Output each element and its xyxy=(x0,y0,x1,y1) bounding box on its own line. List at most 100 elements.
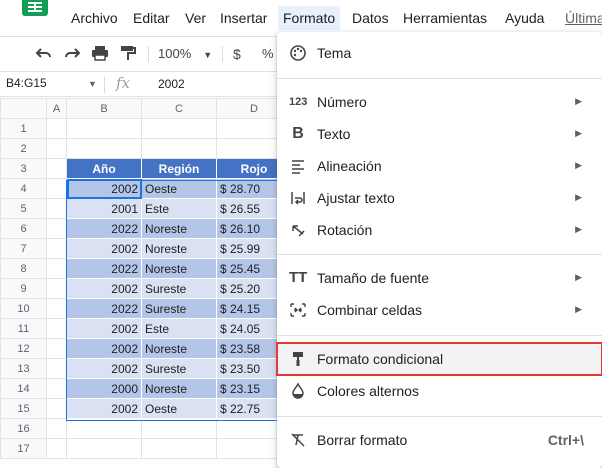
name-box[interactable]: B4:G15 xyxy=(6,76,47,90)
row-number[interactable]: 17 xyxy=(0,438,47,459)
cell-region[interactable]: Este xyxy=(141,318,217,339)
row-number[interactable]: 5 xyxy=(0,198,47,219)
paint-format-icon[interactable] xyxy=(118,43,138,63)
cell[interactable] xyxy=(46,378,67,399)
column-header[interactable]: B xyxy=(66,98,142,119)
row-number[interactable]: 14 xyxy=(0,378,47,399)
cell-year[interactable]: 2022 xyxy=(66,298,142,319)
zoom-select[interactable]: 100% ▼ xyxy=(158,44,212,64)
row-number[interactable]: 11 xyxy=(0,318,47,339)
row-number[interactable]: 9 xyxy=(0,278,47,299)
row-number[interactable]: 6 xyxy=(0,218,47,239)
cell-region[interactable]: Sureste xyxy=(141,358,217,379)
cell[interactable] xyxy=(46,178,67,199)
cell-region[interactable]: Noreste xyxy=(141,258,217,279)
menu-datos[interactable]: Datos xyxy=(352,6,389,30)
cell[interactable] xyxy=(46,418,67,439)
cell[interactable] xyxy=(66,138,142,159)
row-number[interactable]: 16 xyxy=(0,418,47,439)
grid-corner[interactable] xyxy=(0,98,47,119)
cell-region[interactable]: Este xyxy=(141,198,217,219)
table-header-cell[interactable]: Región xyxy=(141,158,217,179)
menu-herramientas[interactable]: Herramientas xyxy=(403,6,487,30)
row-number[interactable]: 10 xyxy=(0,298,47,319)
row-number[interactable]: 15 xyxy=(0,398,47,419)
cell[interactable] xyxy=(46,158,67,179)
cell[interactable] xyxy=(46,118,67,139)
cell[interactable] xyxy=(141,138,217,159)
currency-format-button[interactable]: $ xyxy=(233,44,241,64)
row-number[interactable]: 2 xyxy=(0,138,47,159)
row-number[interactable]: 13 xyxy=(0,358,47,379)
cell[interactable] xyxy=(46,358,67,379)
cell-year[interactable]: 2022 xyxy=(66,258,142,279)
table-header-cell[interactable]: Año xyxy=(66,158,142,179)
cell-year[interactable]: 2002 xyxy=(66,358,142,379)
menu-ayuda[interactable]: Ayuda xyxy=(505,6,544,30)
column-header[interactable]: C xyxy=(141,98,217,119)
cell-region[interactable]: Sureste xyxy=(141,278,217,299)
menu-insertar[interactable]: Insertar xyxy=(220,6,267,30)
cell[interactable] xyxy=(141,438,217,459)
sheets-logo-icon[interactable] xyxy=(22,0,48,16)
cell-year[interactable]: 2002 xyxy=(66,278,142,299)
cell-year[interactable]: 2002 xyxy=(66,318,142,339)
cell-year[interactable]: 2022 xyxy=(66,218,142,239)
cell[interactable] xyxy=(46,298,67,319)
cell-year[interactable]: 2001 xyxy=(66,198,142,219)
menu-item-alineacion[interactable]: Alineación ▶ xyxy=(277,150,602,182)
print-icon[interactable] xyxy=(90,43,110,63)
row-number[interactable]: 4 xyxy=(0,178,47,199)
cell[interactable] xyxy=(46,398,67,419)
cell[interactable] xyxy=(66,418,142,439)
cell[interactable] xyxy=(46,438,67,459)
cell-region[interactable]: Oeste xyxy=(141,398,217,419)
cell-region[interactable]: Noreste xyxy=(141,238,217,259)
cell[interactable] xyxy=(46,138,67,159)
column-header[interactable]: A xyxy=(46,98,67,119)
menu-item-borrar-formato[interactable]: Borrar formato Ctrl+\ xyxy=(277,424,602,456)
chevron-down-icon[interactable]: ▼ xyxy=(88,79,97,89)
menu-item-tamano-fuente[interactable]: TT Tamaño de fuente ▶ xyxy=(277,262,602,294)
cell-year[interactable]: 2000 xyxy=(66,378,142,399)
row-number[interactable]: 3 xyxy=(0,158,47,179)
menu-ver[interactable]: Ver xyxy=(185,6,206,30)
row-number[interactable]: 8 xyxy=(0,258,47,279)
menu-item-formato-condicional[interactable]: Formato condicional xyxy=(276,342,602,376)
cell-region[interactable]: Sureste xyxy=(141,298,217,319)
formula-input[interactable]: 2002 xyxy=(158,77,185,91)
cell[interactable] xyxy=(141,118,217,139)
undo-icon[interactable] xyxy=(34,43,54,63)
cell-year[interactable]: 2002 xyxy=(66,178,142,199)
percent-format-button[interactable]: % xyxy=(262,44,274,64)
cell[interactable] xyxy=(46,218,67,239)
menu-formato[interactable]: Formato xyxy=(278,6,341,30)
cell[interactable] xyxy=(141,418,217,439)
row-number[interactable]: 1 xyxy=(0,118,47,139)
cell-region[interactable]: Oeste xyxy=(141,178,217,199)
cell[interactable] xyxy=(46,238,67,259)
cell-year[interactable]: 2002 xyxy=(66,398,142,419)
menu-editar[interactable]: Editar xyxy=(133,6,170,30)
menu-item-numero[interactable]: 123 Número ▶ xyxy=(277,86,602,118)
cell[interactable] xyxy=(46,318,67,339)
cell-region[interactable]: Noreste xyxy=(141,218,217,239)
cell-region[interactable]: Noreste xyxy=(141,338,217,359)
row-number[interactable]: 12 xyxy=(0,338,47,359)
menu-item-colores-alternos[interactable]: Colores alternos xyxy=(277,375,602,407)
menu-archivo[interactable]: Archivo xyxy=(71,6,118,30)
cell[interactable] xyxy=(66,438,142,459)
cell-region[interactable]: Noreste xyxy=(141,378,217,399)
menu-item-texto[interactable]: B Texto ▶ xyxy=(277,118,602,150)
last-edit-link[interactable]: Última xyxy=(565,6,602,30)
menu-item-tema[interactable]: Tema xyxy=(277,37,602,69)
menu-item-rotacion[interactable]: Rotación ▶ xyxy=(277,214,602,246)
cell[interactable] xyxy=(46,198,67,219)
cell[interactable] xyxy=(66,118,142,139)
row-number[interactable]: 7 xyxy=(0,238,47,259)
menu-item-ajustar-texto[interactable]: Ajustar texto ▶ xyxy=(277,182,602,214)
cell[interactable] xyxy=(46,278,67,299)
cell[interactable] xyxy=(46,338,67,359)
cell-year[interactable]: 2002 xyxy=(66,238,142,259)
menu-item-combinar-celdas[interactable]: Combinar celdas ▶ xyxy=(277,294,602,326)
